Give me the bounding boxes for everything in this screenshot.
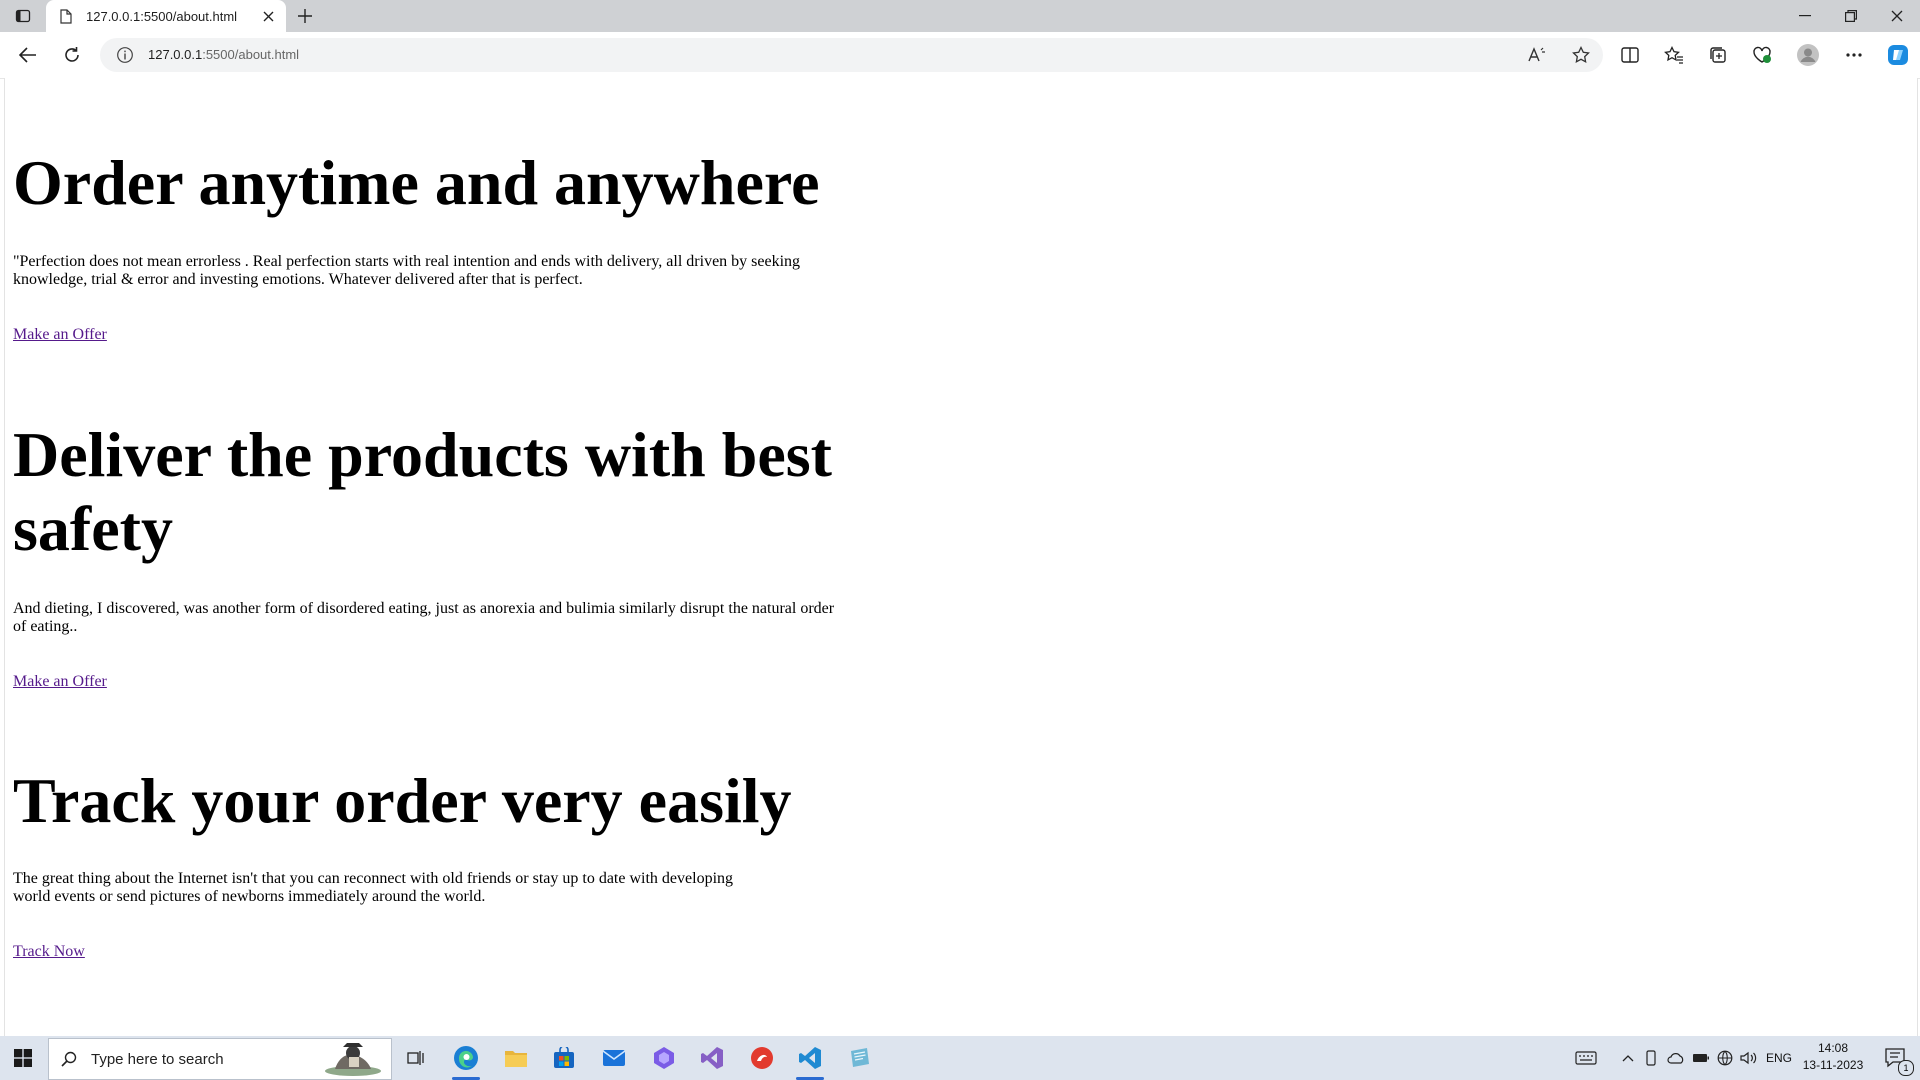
section-order: Order anytime and anywhere "Perfection d… <box>13 146 843 344</box>
url-host: 127.0.0.1 <box>148 47 203 62</box>
collections-icon[interactable] <box>1702 40 1734 70</box>
section-text: "Perfection does not mean errorless . Re… <box>13 253 801 288</box>
clock-time: 14:08 <box>1817 1041 1849 1055</box>
network-globe-icon[interactable] <box>1714 1036 1736 1080</box>
notepad-icon[interactable] <box>840 1036 880 1080</box>
settings-more-icon[interactable] <box>1838 40 1870 70</box>
file-explorer-icon[interactable] <box>496 1036 536 1080</box>
microsoft-store-icon[interactable] <box>544 1036 584 1080</box>
clock-date: 13-11-2023 <box>1802 1058 1864 1072</box>
notifications-icon[interactable]: 1 <box>1876 1036 1916 1080</box>
new-tab-icon[interactable] <box>292 4 318 28</box>
onedrive-icon[interactable] <box>1664 1036 1688 1080</box>
keyboard-icon[interactable] <box>1570 1036 1602 1080</box>
copilot-icon[interactable] <box>1882 40 1914 70</box>
tab-title: 127.0.0.1:5500/about.html <box>86 8 238 24</box>
refresh-icon[interactable] <box>56 40 88 70</box>
vscode-icon[interactable] <box>790 1036 830 1080</box>
profile-avatar-icon[interactable] <box>1792 40 1824 70</box>
minimize-icon[interactable] <box>1782 0 1828 32</box>
restore-icon[interactable] <box>1828 0 1874 32</box>
mail-icon[interactable] <box>594 1036 634 1080</box>
browser-toolbar: 127.0.0.1:5500/about.html <box>0 32 1920 79</box>
section-heading: Order anytime and anywhere <box>13 147 820 218</box>
section-heading: Deliver the products with best safety <box>13 419 832 564</box>
browser-titlebar: 127.0.0.1:5500/about.html <box>0 0 1920 32</box>
windows-start-icon[interactable] <box>0 1036 46 1080</box>
page-viewport: Order anytime and anywhere "Perfection d… <box>4 78 1918 1036</box>
browser-tab[interactable]: 127.0.0.1:5500/about.html <box>46 0 286 32</box>
back-icon[interactable] <box>12 40 44 70</box>
read-aloud-icon[interactable] <box>1522 41 1552 69</box>
task-view-icon[interactable] <box>396 1036 436 1080</box>
app-red-icon[interactable] <box>742 1036 782 1080</box>
close-window-icon[interactable] <box>1874 0 1920 32</box>
taskbar-search-input[interactable]: Type here to search <box>48 1038 392 1080</box>
address-bar[interactable]: 127.0.0.1:5500/about.html <box>100 38 1603 72</box>
edge-browser-icon[interactable] <box>446 1036 486 1080</box>
taskbar: Type here to search ENG 14:08 13-11-2023… <box>0 1036 1920 1080</box>
track-now-link[interactable]: Track Now <box>13 943 85 960</box>
split-screen-icon[interactable] <box>1614 40 1646 70</box>
search-highlight-icon <box>321 1041 385 1077</box>
battery-icon[interactable] <box>1690 1036 1712 1080</box>
section-track: Track your order very easily The great t… <box>13 764 843 961</box>
section-text: And dieting, I discovered, was another f… <box>13 600 835 635</box>
page-icon <box>60 8 74 24</box>
notification-count-badge: 1 <box>1898 1060 1914 1076</box>
url-path: :5500/about.html <box>202 47 300 62</box>
url-text[interactable]: 127.0.0.1:5500/about.html <box>148 47 299 62</box>
section-deliver: Deliver the products with best safety An… <box>13 418 843 691</box>
power-automate-icon[interactable] <box>644 1036 684 1080</box>
site-info-icon[interactable] <box>116 46 134 64</box>
language-label: ENG <box>1765 1051 1792 1065</box>
clock[interactable]: 14:08 13-11-2023 <box>1790 1040 1876 1074</box>
section-text: The great thing about the Internet isn't… <box>13 870 734 905</box>
favorite-star-icon[interactable] <box>1566 41 1596 69</box>
favorites-icon[interactable] <box>1658 40 1690 70</box>
close-tab-icon[interactable] <box>260 8 276 24</box>
make-offer-link[interactable]: Make an Offer <box>13 326 107 343</box>
search-icon <box>61 1051 77 1067</box>
browser-essentials-icon[interactable] <box>1746 40 1778 70</box>
search-placeholder: Type here to search <box>91 1050 224 1068</box>
volume-icon[interactable] <box>1738 1036 1760 1080</box>
make-offer-link[interactable]: Make an Offer <box>13 673 107 690</box>
visual-studio-icon[interactable] <box>692 1036 732 1080</box>
tab-actions-icon[interactable] <box>8 4 38 28</box>
section-heading: Track your order very easily <box>13 765 792 836</box>
chevron-up-icon[interactable] <box>1618 1036 1638 1080</box>
device-icon[interactable] <box>1640 1036 1662 1080</box>
